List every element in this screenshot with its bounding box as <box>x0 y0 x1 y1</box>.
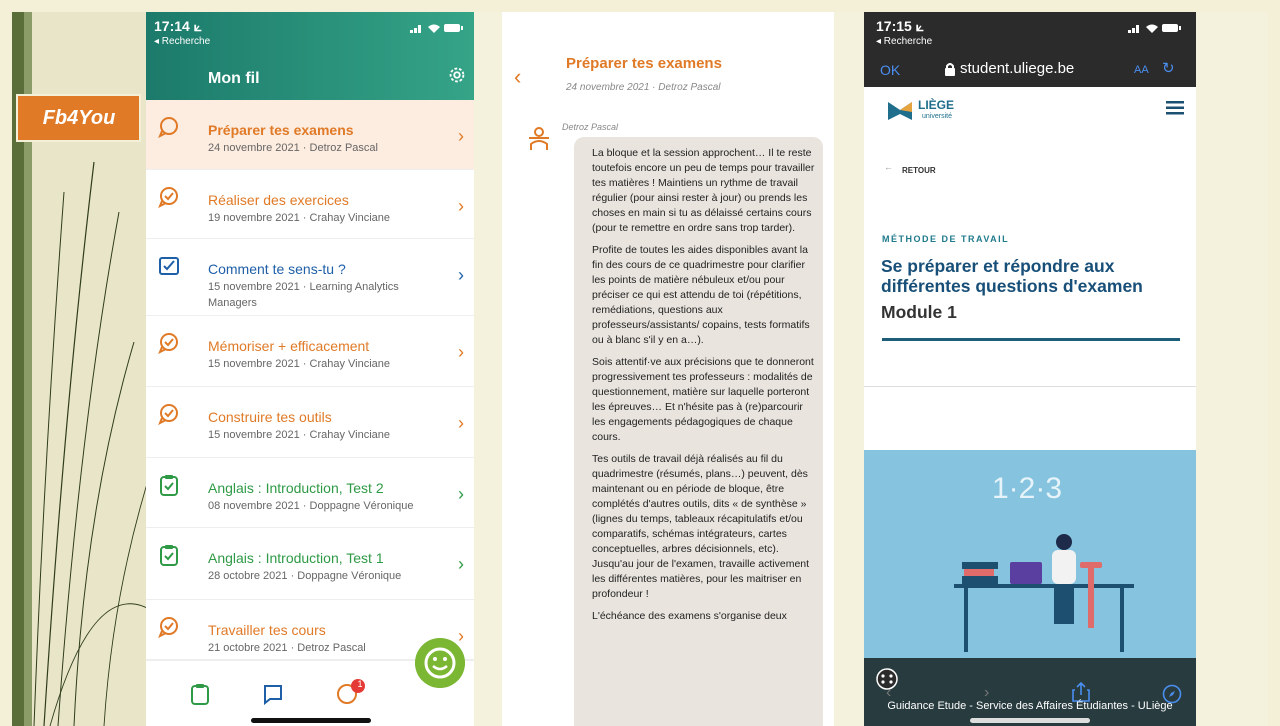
home-indicator <box>251 718 371 723</box>
feed-item-title: Préparer tes examens <box>208 122 354 138</box>
check-bubble-icon <box>158 187 178 208</box>
clipboard-check-icon <box>160 545 178 566</box>
chevron-right-icon: › <box>458 126 464 146</box>
feed-item-title: Construire tes outils <box>208 409 332 425</box>
phone-browser-screen: 17:15 ⟀ ◂ Recherche OK student.uliege.be… <box>864 12 1196 726</box>
feed-item-title: Réaliser des exercices <box>208 192 349 208</box>
message-subtitle: 24 novembre 2021 · Detroz Pascal <box>566 82 721 93</box>
status-icons <box>410 24 463 33</box>
back-chevron-icon[interactable]: ‹ <box>514 64 521 90</box>
university-logo-subtext: université <box>922 113 952 120</box>
chevron-right-icon: › <box>458 196 464 216</box>
illustration-number: 1·2·3 <box>992 472 1063 505</box>
url-bar[interactable]: student.uliege.be <box>960 60 1074 77</box>
gear-icon[interactable] <box>446 64 468 86</box>
feed-item[interactable]: Construire tes outils 15 novembre 2021 · … <box>146 387 474 458</box>
message-title: Préparer tes examens <box>566 55 722 72</box>
hamburger-menu-icon[interactable] <box>1166 100 1184 116</box>
feed-item-title: Anglais : Introduction, Test 1 <box>208 550 384 566</box>
author-avatar-icon <box>529 127 549 150</box>
back-link[interactable]: RETOUR <box>902 166 936 175</box>
chevron-right-icon: › <box>458 484 464 504</box>
message-body: La bloque et la session approchent… Il t… <box>592 146 816 631</box>
chat-icon[interactable] <box>262 683 284 705</box>
back-to-search-link[interactable]: ◂ Recherche <box>876 36 932 47</box>
smiley-button[interactable] <box>415 638 465 688</box>
clipboard-check-icon <box>160 475 178 496</box>
page-heading: Se préparer et répondre aux différentes … <box>881 256 1143 296</box>
feed-item-meta: 24 novembre 2021 · Detroz Pascal <box>208 142 378 154</box>
check-bubble-icon <box>158 333 178 354</box>
feed-item-meta: 28 octobre 2021 · Doppagne Véronique <box>208 570 402 582</box>
message-paragraph: L'échéance des examens s'organise deux <box>592 610 787 622</box>
lock-icon <box>945 63 955 76</box>
message-paragraph: Sois attentif·ve aux précisions que te d… <box>592 356 814 443</box>
uliege-logo-icon <box>888 102 912 120</box>
status-time: 17:15 ⟀ <box>876 18 925 34</box>
feed-header: 17:14 ⟀ ◂ Recherche Mon fil <box>146 12 474 100</box>
phone-message-screen: ‹ Préparer tes examens 24 novembre 2021 … <box>502 12 834 726</box>
status-time: 17:14 ⟀ <box>154 18 203 34</box>
brand-label: Fb4You <box>42 107 116 129</box>
feed-item-title: Mémoriser + efficacement <box>208 338 370 354</box>
module-label: Module 1 <box>881 302 957 322</box>
check-square-icon <box>159 257 179 275</box>
feed-item[interactable]: Mémoriser + efficacement 15 novembre 2021… <box>146 316 474 387</box>
check-bubble-icon <box>158 404 178 425</box>
arrow-left-icon[interactable]: ← <box>884 162 893 172</box>
feed-item-meta: 21 octobre 2021 · Detroz Pascal <box>208 642 366 654</box>
feed-item-title: Travailler tes cours <box>208 622 326 638</box>
feed-item-meta: 08 novembre 2021 · Doppagne Véronique <box>208 500 414 512</box>
speech-bubble-icon <box>158 117 178 138</box>
message-paragraph: Tes outils de travail déjà réalisés au f… <box>592 453 810 600</box>
chevron-right-icon: › <box>458 342 464 362</box>
feed-item[interactable]: Préparer tes examens 24 novembre 2021 · D… <box>146 100 474 170</box>
browser-bottom-bar: ‹ › <box>864 658 1196 726</box>
notification-badge: 1 <box>357 679 363 689</box>
share-icon[interactable] <box>1072 682 1090 702</box>
page-title: Mon fil <box>208 70 260 87</box>
student-at-desk-illustration <box>954 534 1134 652</box>
divider <box>864 386 1196 387</box>
message-paragraph: Profite de toutes les aides disponibles … <box>592 244 810 346</box>
reload-icon[interactable]: ↻ <box>1162 59 1175 77</box>
feed-item-title: Anglais : Introduction, Test 2 <box>208 480 384 496</box>
feed-item[interactable]: Anglais : Introduction, Test 2 08 novembr… <box>146 458 474 528</box>
heading-underline <box>882 338 1180 341</box>
message-paragraph: La bloque et la session approchent… Il t… <box>592 147 815 234</box>
feed-item-meta: Managers <box>208 297 257 309</box>
feed-item[interactable]: Réaliser des exercices 19 novembre 2021 ·… <box>146 170 474 239</box>
chevron-right-icon: › <box>458 554 464 574</box>
feed-item[interactable]: Anglais : Introduction, Test 1 28 octobre… <box>146 528 474 600</box>
feed-item-title: Comment te sens-tu ? <box>208 261 346 277</box>
feed-item[interactable]: Comment te sens-tu ? 15 novembre 2021 · L… <box>146 239 474 316</box>
status-icons <box>1128 24 1181 33</box>
chevron-right-icon: › <box>458 265 464 285</box>
category-label: MÉTHODE DE TRAVAIL <box>882 234 1010 244</box>
feed-item-meta: 15 novembre 2021 · Crahay Vinciane <box>208 358 391 370</box>
author-name: Detroz Pascal <box>562 122 619 132</box>
text-size-button[interactable]: AA <box>1134 64 1149 76</box>
check-bubble-icon <box>158 617 178 638</box>
feed-item-meta: 19 novembre 2021 · Crahay Vinciane <box>208 212 391 224</box>
university-logo-text: LIÈGE <box>918 98 955 112</box>
chevron-right-icon: › <box>458 413 464 433</box>
home-indicator <box>970 718 1090 723</box>
clipboard-icon[interactable] <box>190 683 210 705</box>
feed-item-meta: 15 novembre 2021 · Crahay Vinciane <box>208 429 391 441</box>
done-button[interactable]: OK <box>880 62 900 78</box>
back-to-search-link[interactable]: ◂ Recherche <box>154 36 210 47</box>
browser-toolbar: 17:15 ⟀ ◂ Recherche OK student.uliege.be… <box>864 12 1196 87</box>
chevron-right-icon: › <box>458 626 464 646</box>
image-caption: Guidance Etude - Service des Affaires Ét… <box>887 700 1173 712</box>
phone-feed-screen: 17:14 ⟀ ◂ Recherche Mon fil Préparer tes… <box>146 12 474 726</box>
feed-item-meta: 15 novembre 2021 · Learning Analytics <box>208 281 399 293</box>
